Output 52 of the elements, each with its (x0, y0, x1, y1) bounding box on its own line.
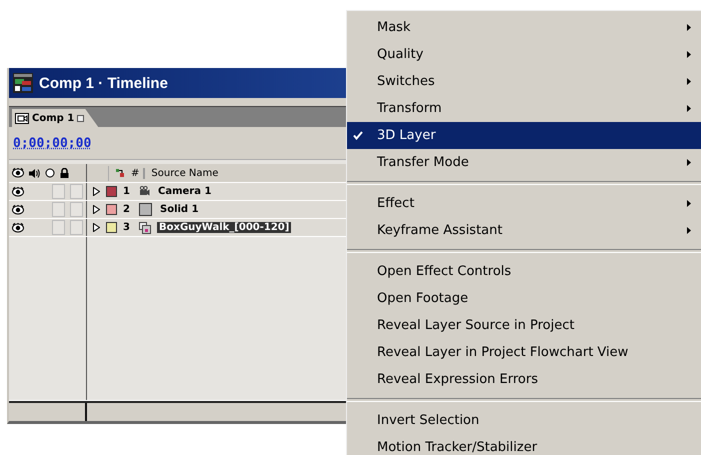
switch-toggle[interactable] (52, 202, 65, 217)
layer-name[interactable]: Camera 1 (156, 186, 214, 197)
solo-icon[interactable] (45, 168, 55, 178)
speaker-icon[interactable] (29, 168, 40, 178)
column-header[interactable]: # (131, 168, 146, 178)
expand-triangle-icon[interactable] (93, 223, 100, 232)
menu-item[interactable]: Quality (347, 41, 701, 68)
comp-tab[interactable]: Comp 1 (12, 109, 98, 127)
label-color[interactable] (106, 186, 117, 197)
menu-item[interactable]: Reveal Layer Source in Project (347, 312, 701, 339)
eye-icon[interactable] (12, 168, 24, 178)
close-icon[interactable] (77, 114, 84, 122)
layer-number: 1 (123, 186, 131, 197)
menu-item[interactable]: Mask (347, 14, 701, 41)
menu-item[interactable]: Reveal Expression Errors (347, 366, 701, 393)
menu-item[interactable]: Keyframe Assistant (347, 217, 701, 244)
menu-item[interactable]: Switches (347, 68, 701, 95)
eye-icon[interactable] (12, 204, 24, 214)
switch-toggle[interactable] (52, 184, 65, 199)
layer-name[interactable]: Solid 1 (158, 204, 201, 215)
menu-item[interactable]: Motion Tracker/Stabilizer (347, 434, 701, 455)
composition-icon (15, 112, 29, 124)
footage-icon (139, 222, 151, 234)
menu-item[interactable]: Transfer Mode (347, 149, 701, 176)
timecode[interactable]: 0;00;00;00 (13, 136, 92, 150)
menu-item[interactable]: Open Footage (347, 285, 701, 312)
label-color[interactable] (106, 222, 117, 233)
switch-toggle[interactable] (52, 220, 65, 235)
lock-icon[interactable] (60, 168, 69, 178)
menu-item[interactable]: Reveal Layer in Project Flowchart View (347, 339, 701, 366)
camera-icon (139, 186, 150, 197)
menu-item[interactable]: Effect (347, 190, 701, 217)
expand-triangle-icon[interactable] (93, 187, 100, 196)
menu-item[interactable]: Open Effect Controls (347, 258, 701, 285)
layer-name[interactable]: BoxGuyWalk_[000-120] (157, 222, 292, 233)
eye-icon[interactable] (12, 222, 24, 232)
menu-item[interactable]: Transform (347, 95, 701, 122)
menu-item[interactable]: 3D Layer (347, 122, 701, 149)
label-color[interactable] (106, 204, 117, 215)
expand-triangle-icon[interactable] (93, 205, 100, 214)
app-icon (13, 73, 33, 93)
eye-icon[interactable] (12, 186, 24, 196)
layer-number: 3 (123, 222, 131, 233)
switch-toggle[interactable] (70, 220, 83, 235)
menu-item[interactable]: Invert Selection (347, 407, 701, 434)
switch-toggle[interactable] (70, 202, 83, 217)
label-icon[interactable] (115, 168, 125, 178)
switch-toggle[interactable] (70, 184, 83, 199)
column-header[interactable]: Source Name (151, 168, 218, 178)
layer-number: 2 (123, 204, 131, 215)
window-title: Comp 1 · Timeline (39, 74, 168, 92)
solid-icon (139, 203, 152, 216)
